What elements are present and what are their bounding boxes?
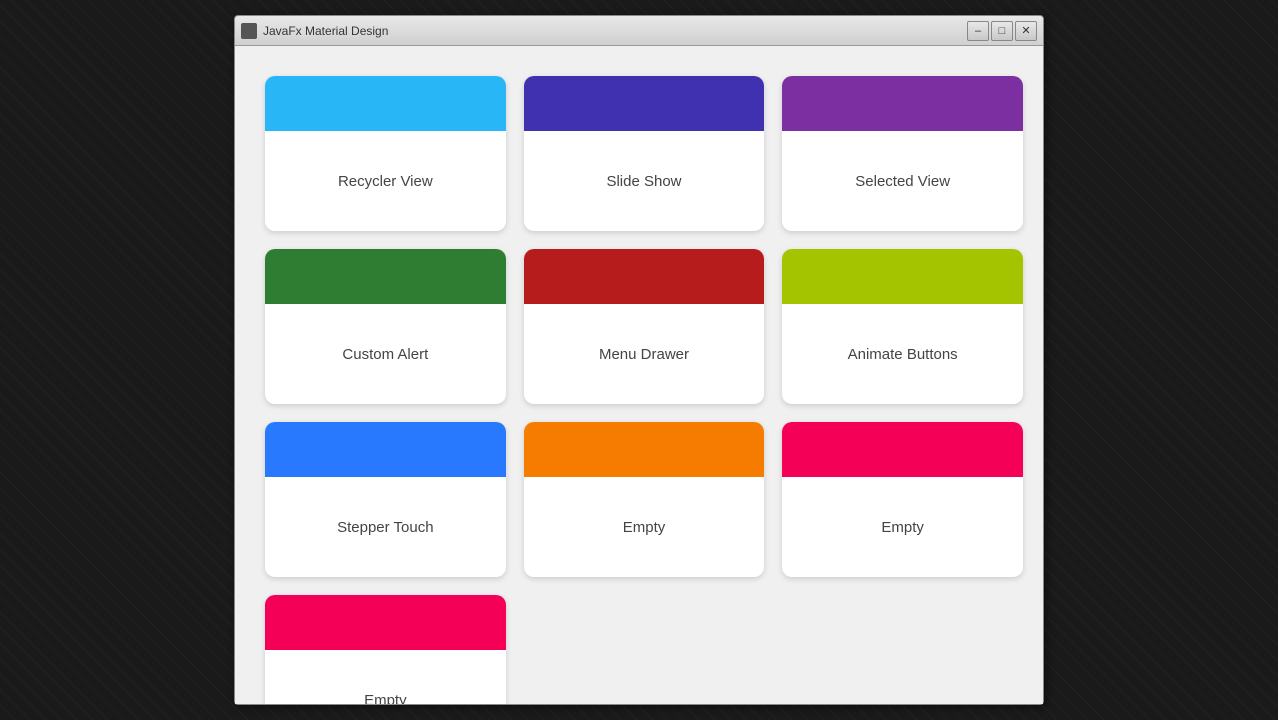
title-bar: JavaFx Material Design – □ ✕ (235, 16, 1043, 46)
close-button[interactable]: ✕ (1015, 21, 1037, 41)
card-header-selected-view (782, 76, 1023, 131)
card-animate-buttons[interactable]: Animate Buttons (782, 249, 1023, 404)
card-header-recycler-view (265, 76, 506, 131)
card-selected-view[interactable]: Selected View (782, 76, 1023, 231)
card-header-empty-hot-pink (265, 595, 506, 650)
card-stepper-touch[interactable]: Stepper Touch (265, 422, 506, 577)
card-header-empty-pink-1 (782, 422, 1023, 477)
main-window: JavaFx Material Design – □ ✕ Recycler Vi… (234, 15, 1044, 705)
card-label-empty-orange: Empty (524, 477, 765, 577)
card-custom-alert[interactable]: Custom Alert (265, 249, 506, 404)
card-empty-hot-pink[interactable]: Empty (265, 595, 506, 704)
card-header-slide-show (524, 76, 765, 131)
card-label-recycler-view: Recycler View (265, 131, 506, 231)
minimize-button[interactable]: – (967, 21, 989, 41)
card-label-menu-drawer: Menu Drawer (524, 304, 765, 404)
card-empty-orange[interactable]: Empty (524, 422, 765, 577)
app-icon (241, 23, 257, 39)
scroll-container[interactable]: Recycler ViewSlide ShowSelected View Cust… (235, 46, 1043, 704)
card-grid: Recycler ViewSlide ShowSelected View Cust… (265, 76, 1023, 704)
window-title: JavaFx Material Design (263, 24, 967, 38)
card-header-custom-alert (265, 249, 506, 304)
card-menu-drawer[interactable]: Menu Drawer (524, 249, 765, 404)
card-header-animate-buttons (782, 249, 1023, 304)
card-header-menu-drawer (524, 249, 765, 304)
window-controls: – □ ✕ (967, 21, 1037, 41)
content-area: Recycler ViewSlide ShowSelected View Cust… (235, 46, 1043, 704)
card-slide-show[interactable]: Slide Show (524, 76, 765, 231)
card-header-empty-orange (524, 422, 765, 477)
card-empty-pink-1[interactable]: Empty (782, 422, 1023, 577)
card-label-custom-alert: Custom Alert (265, 304, 506, 404)
card-label-animate-buttons: Animate Buttons (782, 304, 1023, 404)
restore-button[interactable]: □ (991, 21, 1013, 41)
card-label-stepper-touch: Stepper Touch (265, 477, 506, 577)
card-label-empty-hot-pink: Empty (265, 650, 506, 704)
card-label-slide-show: Slide Show (524, 131, 765, 231)
card-label-selected-view: Selected View (782, 131, 1023, 231)
card-header-stepper-touch (265, 422, 506, 477)
card-recycler-view[interactable]: Recycler View (265, 76, 506, 231)
card-label-empty-pink-1: Empty (782, 477, 1023, 577)
